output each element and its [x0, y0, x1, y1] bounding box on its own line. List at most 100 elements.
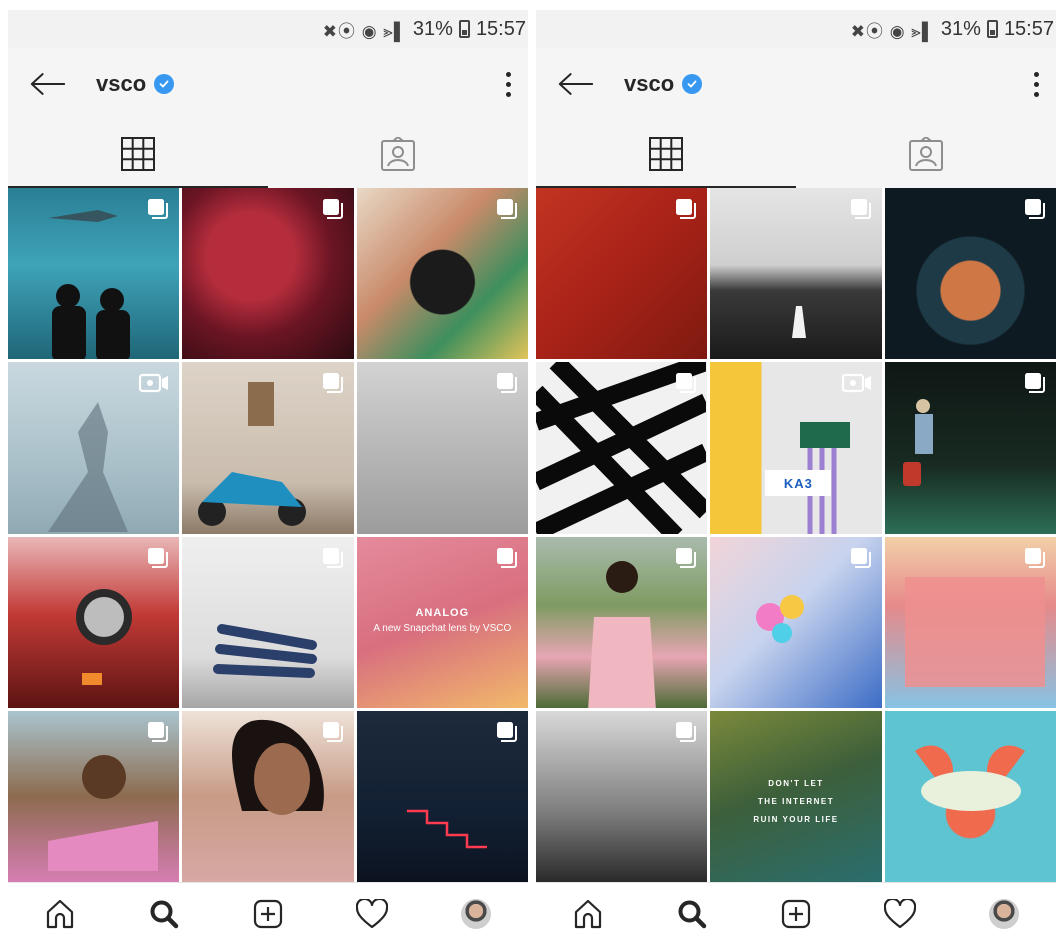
carousel-icon — [322, 372, 344, 394]
post-tile-aquarium-shark[interactable] — [8, 188, 180, 360]
carousel-icon — [496, 547, 518, 569]
status-bar: ✖⦿ ◉ ⪢▌ 31% 15:57 — [8, 10, 528, 48]
back-button[interactable] — [18, 54, 78, 114]
nav-add[interactable] — [766, 886, 826, 942]
nav-activity[interactable] — [870, 886, 930, 942]
post-tile-white-wall[interactable] — [182, 536, 354, 708]
heart-icon — [356, 899, 388, 929]
post-tile-pink-building[interactable] — [884, 536, 1056, 708]
profile-tabs — [8, 120, 528, 188]
status-bar: ✖⦿ ◉ ⪢▌ 31% 15:57 — [536, 10, 1056, 48]
more-options-button[interactable] — [1016, 54, 1056, 114]
carousel-icon — [322, 198, 344, 220]
dot — [505, 91, 511, 97]
video-icon — [842, 372, 872, 394]
tab-grid[interactable] — [8, 120, 268, 188]
carousel-icon — [675, 547, 697, 569]
post-tile-bw-lines[interactable] — [536, 362, 708, 534]
nav-home[interactable] — [30, 886, 90, 942]
back-button[interactable] — [546, 54, 606, 114]
status-time: 15:57 — [475, 17, 526, 40]
carousel-icon — [147, 721, 169, 743]
status-icons: ✖⦿ ◉ ⪢▌ — [322, 21, 407, 41]
nav-activity[interactable] — [342, 886, 402, 942]
carousel-icon — [850, 198, 872, 220]
post-tile-analog[interactable]: ANALOG A new Snapchat lens by VSCO — [356, 536, 528, 708]
post-tile-bw-building[interactable] — [536, 710, 708, 882]
carousel-icon — [322, 721, 344, 743]
add-post-icon — [253, 899, 283, 929]
carousel-icon — [1024, 198, 1046, 220]
more-options-button[interactable] — [488, 54, 528, 114]
nav-home[interactable] — [558, 886, 618, 942]
analog-title: ANALOG — [415, 606, 470, 619]
tab-tagged[interactable] — [268, 120, 528, 188]
heart-icon — [884, 899, 916, 929]
tagged-icon — [909, 137, 943, 171]
post-tile-grey-landscape[interactable] — [356, 362, 528, 534]
post-tile-flower-crown[interactable] — [884, 710, 1056, 882]
tab-tagged[interactable] — [796, 120, 1056, 188]
post-tile-bw-field[interactable] — [710, 188, 882, 360]
post-tile-neon-stairs[interactable] — [356, 710, 528, 882]
carousel-icon — [496, 372, 518, 394]
carousel-icon — [1024, 372, 1046, 394]
dont-let-text: DON'T LET THE INTERNET RUIN YOUR LIFE — [753, 778, 839, 824]
back-arrow-icon — [558, 72, 594, 96]
account-name: vsco — [624, 71, 675, 96]
post-tile-red-leaves[interactable] — [182, 188, 354, 360]
nav-search[interactable] — [662, 886, 722, 942]
flower-crown-illustration — [914, 745, 1025, 811]
post-tile-dome[interactable] — [884, 188, 1056, 360]
screen-left: ✖⦿ ◉ ⪢▌ 31% 15:57 vsco ANALOG A new Snap… — [0, 0, 528, 945]
dot — [505, 71, 511, 77]
search-icon — [149, 899, 179, 929]
post-tile-blue-scooter[interactable] — [182, 362, 354, 534]
tab-grid[interactable] — [536, 120, 796, 188]
battery-level: 31% — [412, 17, 453, 40]
home-icon — [573, 899, 603, 929]
carousel-icon — [1024, 547, 1046, 569]
dot — [1033, 71, 1039, 77]
post-grid: KA3 DON'T LET THE INTERNET RUIN YOUR LIF… — [536, 188, 1056, 882]
post-tile-girl-pink[interactable] — [536, 536, 708, 708]
screen-right: ✖⦿ ◉ ⪢▌ 31% 15:57 vsco KA3 DON'T LET THE… — [528, 0, 1056, 945]
profile-avatar — [989, 899, 1019, 929]
ka3-label: KA3 — [765, 470, 832, 497]
nav-add[interactable] — [238, 886, 298, 942]
post-tile-sky-collage[interactable] — [710, 536, 882, 708]
post-tile-colorful-dancer[interactable] — [356, 188, 528, 360]
post-tile-red-car[interactable] — [8, 536, 180, 708]
post-tile-yellow-broom[interactable]: KA3 — [710, 362, 882, 534]
carousel-icon — [147, 547, 169, 569]
carousel-icon — [496, 198, 518, 220]
post-tile-dont-let-internet[interactable]: DON'T LET THE INTERNET RUIN YOUR LIFE — [710, 710, 882, 882]
battery-level: 31% — [940, 17, 981, 40]
dot — [1033, 91, 1039, 97]
bottom-navigation — [536, 882, 1056, 945]
post-tile-shadow[interactable] — [8, 362, 180, 534]
carousel-icon — [850, 547, 872, 569]
status-time: 15:57 — [1003, 17, 1054, 40]
carousel-icon — [675, 372, 697, 394]
nav-profile[interactable] — [974, 886, 1034, 942]
nav-search[interactable] — [134, 886, 194, 942]
account-name: vsco — [96, 71, 147, 96]
tagged-icon — [381, 137, 415, 171]
home-icon — [45, 899, 75, 929]
grid-icon — [121, 137, 155, 171]
app-header: vsco — [8, 48, 528, 120]
post-tile-child[interactable] — [8, 710, 180, 882]
add-post-icon — [781, 899, 811, 929]
dot — [505, 81, 511, 87]
video-icon — [139, 372, 169, 394]
post-tile-woman-flowers[interactable] — [182, 710, 354, 882]
post-tile-traveler[interactable] — [884, 362, 1056, 534]
carousel-icon — [675, 721, 697, 743]
nav-profile[interactable] — [446, 886, 506, 942]
battery-icon — [458, 20, 470, 38]
app-header: vsco — [536, 48, 1056, 120]
post-tile-red-paper[interactable] — [536, 188, 708, 360]
post-grid: ANALOG A new Snapchat lens by VSCO — [8, 188, 528, 882]
profile-tabs — [536, 120, 1056, 188]
